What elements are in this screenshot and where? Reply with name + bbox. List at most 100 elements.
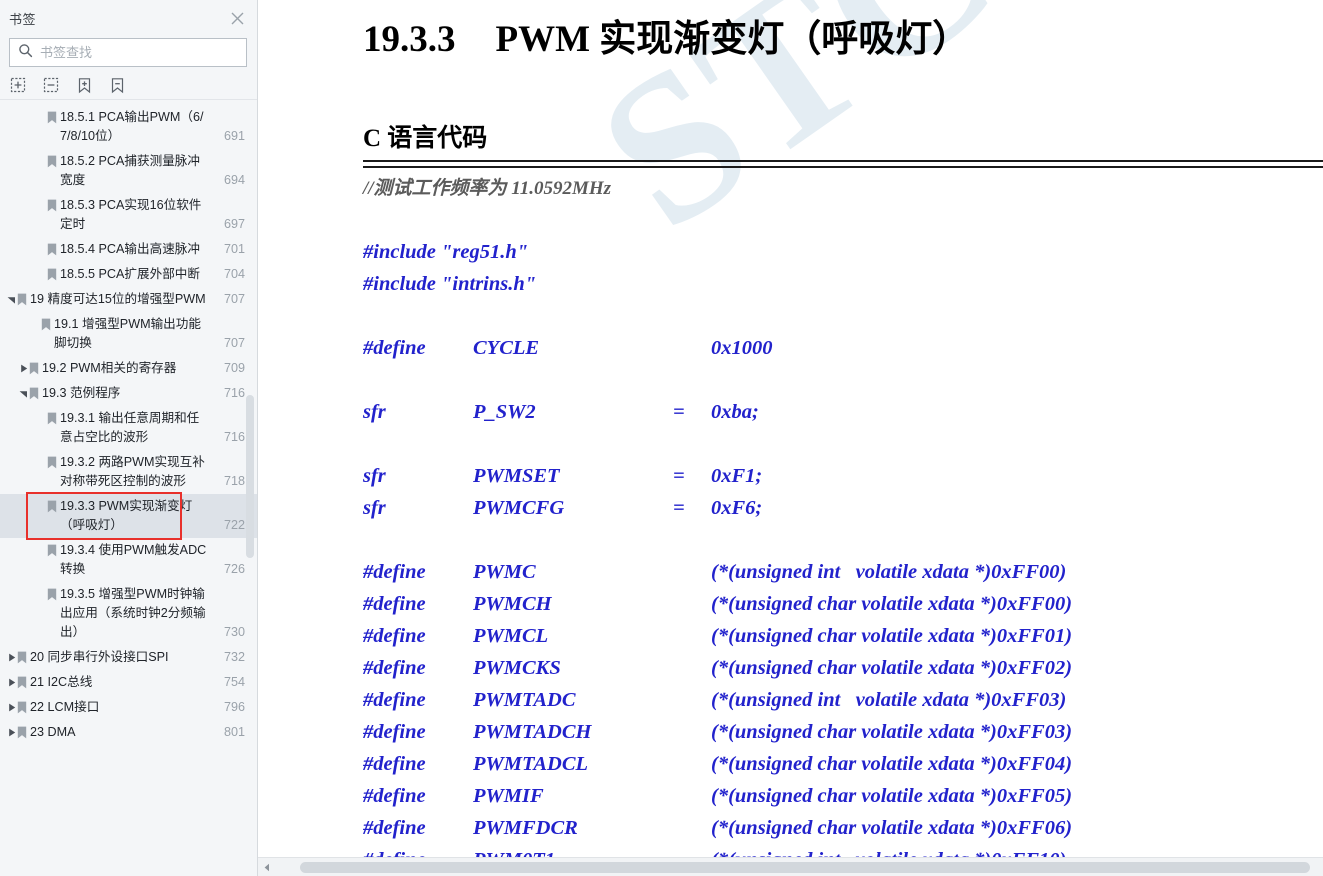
bookmark-item[interactable]: 19.1 增强型PWM输出功能脚切换 707 <box>0 312 257 356</box>
chevron-right-icon[interactable] <box>18 360 29 377</box>
bookmark-label: 20 同步串行外设接口SPI <box>30 650 169 664</box>
sidebar-scrollbar-thumb[interactable] <box>246 395 254 558</box>
chevron-right-icon[interactable] <box>6 699 17 716</box>
bookmark-tree[interactable]: 18.5.1 PCA输出PWM（6/7/8/10位） 691 18.5.2 PCA捕… <box>0 100 257 862</box>
code-identifier: CYCLE <box>473 337 540 359</box>
bookmark-icon <box>47 542 60 559</box>
chevron-down-icon[interactable] <box>18 385 29 402</box>
code-identifier: PWMCL <box>473 625 549 647</box>
bookmark-item[interactable]: 18.5.3 PCA实现16位软件定时 697 <box>0 193 257 237</box>
code-identifier: PWMTADCH <box>473 721 592 743</box>
bookmark-label: 19.2 PWM相关的寄存器 <box>42 361 177 375</box>
horizontal-scrollbar-thumb[interactable] <box>300 862 1310 873</box>
code-identifier: PWMC <box>473 561 536 583</box>
bookmark-icon <box>47 153 60 170</box>
bookmark-item[interactable]: 19.3.1 输出任意周期和任意占空比的波形 716 <box>0 406 257 450</box>
bookmark-item[interactable]: 23 DMA 801 <box>0 720 257 745</box>
bookmark-item[interactable]: 22 LCM接口 796 <box>0 695 257 720</box>
code-keyword: #define <box>363 817 426 839</box>
bookmark-item[interactable]: 19.3 范例程序 716 <box>0 381 257 406</box>
code-line: #include "intrins.h" <box>363 273 537 295</box>
add-bookmark-button[interactable] <box>75 76 94 95</box>
bookmark-item[interactable]: 19.3.2 两路PWM实现互补对称带死区控制的波形 718 <box>0 450 257 494</box>
pdf-reader-window: 书签 书签查找 18.5.1 PCA输出PWM（6/7/8/10位） 691 1… <box>0 0 1323 876</box>
chevron-down-icon[interactable] <box>6 291 17 308</box>
bookmark-item[interactable]: 18.5.1 PCA输出PWM（6/7/8/10位） 691 <box>0 105 257 149</box>
section-subheading: C 语言代码 <box>363 125 488 152</box>
chevron-right-icon[interactable] <box>6 724 17 741</box>
code-operator: = <box>673 497 685 519</box>
code-block: #include "reg51.h" #include "intrins.h" #… <box>363 236 1323 876</box>
remove-bookmark-button[interactable] <box>108 76 127 95</box>
bookmark-icon <box>29 360 42 377</box>
code-value: 0xba; <box>711 401 759 423</box>
code-value: (*(unsigned int volatile xdata *)0xFF03) <box>711 689 1067 711</box>
code-value: (*(unsigned char volatile xdata *)0xFF04… <box>711 753 1073 775</box>
search-input[interactable] <box>40 45 238 60</box>
bookmark-icon <box>47 241 60 258</box>
bookmarks-sidebar: 书签 书签查找 18.5.1 PCA输出PWM（6/7/8/10位） 691 1… <box>0 0 258 876</box>
code-keyword: sfr <box>363 497 386 519</box>
bookmark-icon <box>29 385 42 402</box>
document-viewer[interactable]: STCMCU 19.3.3PWM 实现渐变灯（呼吸灯） C 语言代码 //测试工… <box>258 0 1323 876</box>
code-line: #include "reg51.h" <box>363 241 529 263</box>
code-value: 0x1000 <box>711 337 773 359</box>
chevron-right-icon[interactable] <box>6 649 17 666</box>
bookmark-item[interactable]: 18.5.2 PCA捕获测量脉冲宽度 694 <box>0 149 257 193</box>
search-container <box>0 36 257 67</box>
code-line: #define PWMTADCH (*(unsigned char volatile… <box>363 716 1323 748</box>
bookmark-item[interactable]: 19.3.3 PWM实现渐变灯（呼吸灯） 722 <box>0 494 257 538</box>
code-value: 0xF1; <box>711 465 763 487</box>
bookmark-item[interactable]: 18.5.4 PCA输出高速脉冲 701 <box>0 237 257 262</box>
code-keyword: #define <box>363 689 426 711</box>
code-keyword: #define <box>363 657 426 679</box>
code-identifier: PWMTADC <box>473 689 576 711</box>
scroll-left-arrow-icon[interactable] <box>258 858 275 876</box>
document-horizontal-scrollbar[interactable] <box>258 857 1323 876</box>
bookmark-label: 23 DMA <box>30 725 76 739</box>
code-keyword: #define <box>363 561 426 583</box>
bookmark-item[interactable]: 18.5.5 PCA扩展外部中断 704 <box>0 262 257 287</box>
sidebar-header: 书签 <box>0 0 257 36</box>
code-identifier: PWMCFG <box>473 497 565 519</box>
code-identifier: PWMFDCR <box>473 817 578 839</box>
bookmark-item[interactable]: 21 I2C总线 754 <box>0 670 257 695</box>
divider-bottom <box>363 166 1323 168</box>
bookmark-icon <box>47 109 60 126</box>
code-line: #define PWMTADC (*(unsigned int volatile x… <box>363 684 1323 716</box>
code-identifier: PWMIF <box>473 785 544 807</box>
expand-all-button[interactable] <box>9 76 28 95</box>
bookmark-label: 19.3.2 两路PWM实现互补对称带死区控制的波形 <box>60 455 205 488</box>
close-icon[interactable] <box>227 8 247 28</box>
code-identifier: PWMSET <box>473 465 560 487</box>
code-value: (*(unsigned char volatile xdata *)0xFF06… <box>711 817 1073 839</box>
bookmark-label: 19.3.5 增强型PWM时钟输出应用（系统时钟2分频输出） <box>60 587 206 639</box>
code-line: #define PWMCH (*(unsigned char volatile xd… <box>363 588 1323 620</box>
bookmark-search-box[interactable] <box>9 38 247 67</box>
bookmark-item[interactable]: 19.3.4 使用PWM触发ADC转换 726 <box>0 538 257 582</box>
sidebar-vertical-scrollbar[interactable] <box>245 130 256 860</box>
chevron-right-icon[interactable] <box>6 674 17 691</box>
bookmark-item[interactable]: 19.2 PWM相关的寄存器 709 <box>0 356 257 381</box>
bookmark-item[interactable]: 19 精度可达15位的增强型PWM 707 <box>0 287 257 312</box>
code-keyword: sfr <box>363 465 386 487</box>
bookmark-item[interactable]: 20 同步串行外设接口SPI 732 <box>0 645 257 670</box>
collapse-all-button[interactable] <box>42 76 61 95</box>
code-value: (*(unsigned char volatile xdata *)0xFF05… <box>711 785 1073 807</box>
bookmark-icon <box>17 724 30 741</box>
code-line: #define PWMC (*(unsigned int volatile xdat… <box>363 556 1323 588</box>
code-keyword: sfr <box>363 401 386 423</box>
pdf-page: STCMCU 19.3.3PWM 实现渐变灯（呼吸灯） C 语言代码 //测试工… <box>258 0 1323 876</box>
bookmark-icon <box>17 291 30 308</box>
code-keyword: #define <box>363 625 426 647</box>
bookmark-item[interactable]: 19.3.5 增强型PWM时钟输出应用（系统时钟2分频输出） 730 <box>0 582 257 645</box>
code-line: #define PWMFDCR (*(unsigned char volatile … <box>363 812 1323 844</box>
